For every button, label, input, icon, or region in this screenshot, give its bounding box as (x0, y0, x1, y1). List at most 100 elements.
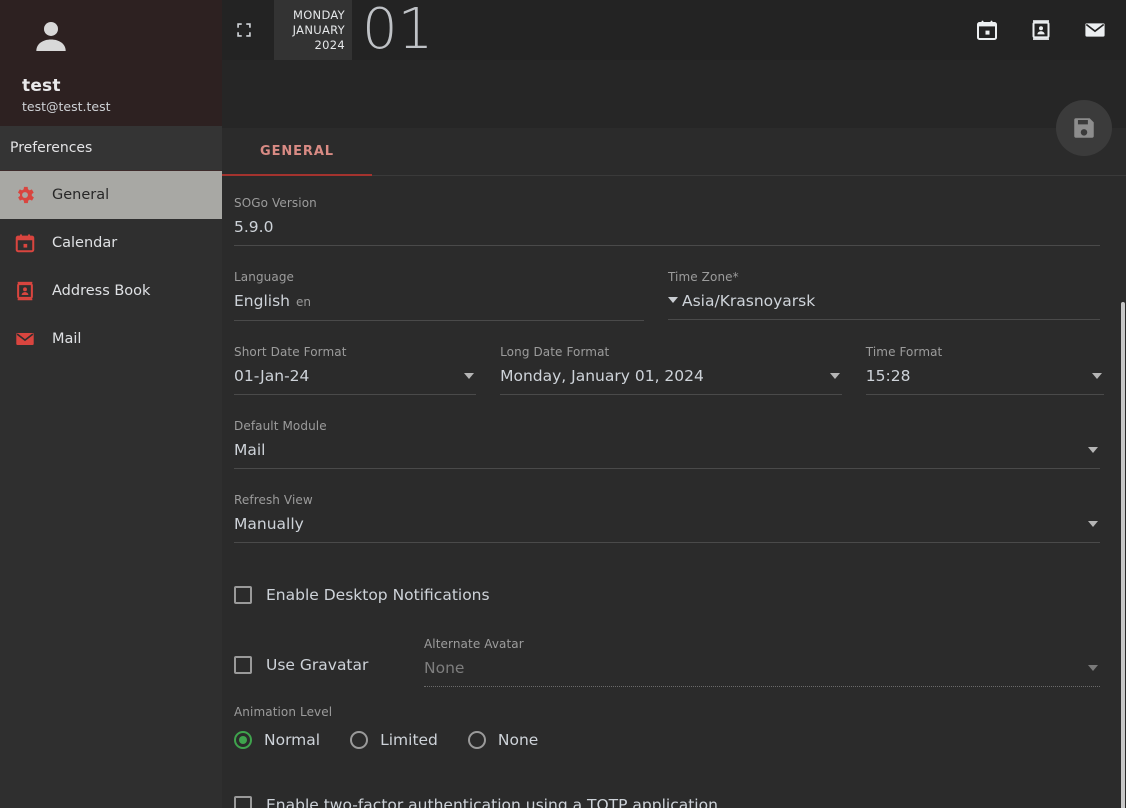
field-label: Default Module (234, 419, 327, 433)
fullscreen-icon (237, 23, 251, 37)
refresh-view-value[interactable]: Manually (234, 513, 1100, 543)
date-day-number: 01 (362, 0, 434, 62)
preferences-form: SOGo Version 5.9.0 Language English en T… (222, 176, 1126, 808)
avatar (30, 16, 208, 62)
main-area: MONDAY JANUARY 2024 01 GENERAL SOGo Vers… (222, 0, 1126, 808)
radio-indicator[interactable] (234, 731, 252, 749)
sogo-preferences-window: test test@test.test Preferences General (0, 0, 1126, 808)
sidebar-item-mail[interactable]: Mail (0, 315, 222, 363)
checkbox-row-use-gravatar[interactable]: Use Gravatar (234, 647, 424, 691)
chevron-down-icon (464, 373, 475, 379)
field-label: Time Zone* (668, 270, 739, 284)
sidebar-item-label: Address Book (52, 283, 151, 299)
date-month: JANUARY (292, 22, 345, 37)
person-icon (36, 21, 66, 51)
desktop-notifications-checkbox[interactable] (234, 586, 252, 604)
language-text: English (234, 292, 290, 310)
field-label: Alternate Avatar (424, 637, 524, 651)
module-switcher (974, 17, 1126, 43)
field-label: SOGo Version (234, 196, 317, 210)
alternate-avatar-text: None (424, 659, 465, 677)
mail-icon (12, 326, 38, 352)
user-email: test@test.test (22, 99, 111, 114)
time-format-value[interactable]: 15:28 (865, 365, 1104, 395)
address-book-icon[interactable] (1028, 17, 1054, 43)
save-floppy-icon (1074, 118, 1094, 138)
calendar-icon[interactable] (974, 17, 1000, 43)
tab-bar: GENERAL (222, 128, 1126, 176)
short-date-format-text: 01-Jan-24 (234, 367, 310, 385)
content-scrollbar[interactable] (1120, 288, 1126, 808)
chevron-down-icon (829, 373, 840, 379)
language-value[interactable]: English en (234, 290, 644, 321)
radio-indicator[interactable] (350, 731, 369, 749)
field-time-zone[interactable]: Time Zone* Asia/Krasnoyarsk (668, 250, 1100, 325)
field-long-date-format[interactable]: Long Date Format Monday, January 01, 202… (500, 325, 842, 399)
default-module-text: Mail (234, 441, 266, 459)
address-book-icon (12, 278, 38, 304)
sidebar-item-label: General (52, 187, 110, 203)
sogo-version-value: 5.9.0 (234, 216, 1100, 246)
field-time-format[interactable]: Time Format 15:28 (865, 325, 1104, 399)
row-date-formats: Short Date Format 01-Jan-24 Long Date Fo… (234, 325, 1104, 399)
date-year: 2024 (314, 37, 345, 52)
radio-indicator[interactable] (467, 731, 486, 749)
time-zone-value[interactable]: Asia/Krasnoyarsk (668, 290, 1100, 320)
refresh-view-text: Manually (234, 515, 304, 533)
short-date-format-value[interactable]: 01-Jan-24 (234, 365, 477, 395)
totp-checkbox[interactable] (234, 796, 252, 808)
top-bar: MONDAY JANUARY 2024 01 (222, 0, 1126, 60)
chevron-down-icon (1088, 447, 1098, 453)
checkbox-row-totp[interactable]: Enable two-factor authentication using a… (234, 783, 1104, 808)
field-sogo-version: SOGo Version 5.9.0 (234, 176, 1100, 250)
animation-level-radio-group: Normal Limited None (234, 731, 1104, 749)
sidebar-section-title: Preferences (0, 126, 222, 171)
mail-icon[interactable] (1082, 17, 1108, 43)
chevron-down-icon (1092, 373, 1102, 379)
sidebar-item-address-book[interactable]: Address Book (0, 267, 222, 315)
field-label: Language (234, 270, 295, 284)
tab-general[interactable]: GENERAL (222, 128, 372, 176)
sidebar-item-label: Calendar (52, 235, 118, 251)
chevron-down-icon (1088, 521, 1098, 527)
field-label: Long Date Format (500, 345, 610, 359)
sidebar-item-general[interactable]: General (0, 171, 222, 219)
use-gravatar-checkbox[interactable] (234, 656, 252, 674)
animation-level-label: Animation Level (234, 705, 333, 719)
alternate-avatar-value: None (424, 657, 1100, 687)
desktop-notifications-label: Enable Desktop Notifications (266, 586, 490, 604)
radio-animation-limited[interactable]: Limited (350, 731, 438, 749)
radio-label: Limited (380, 731, 438, 749)
radio-animation-none[interactable]: None (467, 731, 538, 749)
tab-label: GENERAL (260, 144, 334, 159)
date-block: MONDAY JANUARY 2024 (274, 0, 352, 60)
field-language[interactable]: Language English en (234, 250, 644, 325)
default-module-value[interactable]: Mail (234, 439, 1100, 469)
field-animation-level: Animation Level Normal Limited None (234, 705, 1104, 749)
use-gravatar-label: Use Gravatar (266, 656, 369, 674)
gear-icon (12, 182, 38, 208)
chevron-left-icon (668, 297, 678, 303)
field-label: Time Format (865, 345, 943, 359)
radio-animation-normal[interactable]: Normal (234, 731, 320, 749)
row-language-timezone: Language English en Time Zone* Asia/Kras… (234, 250, 1104, 325)
chevron-down-icon (1088, 665, 1098, 671)
required-marker: * (732, 270, 739, 284)
field-refresh-view[interactable]: Refresh View Manually (234, 473, 1100, 547)
save-button[interactable] (1056, 100, 1112, 156)
sidebar-item-calendar[interactable]: Calendar (0, 219, 222, 267)
row-gravatar: Use Gravatar Alternate Avatar None (234, 617, 1104, 691)
long-date-format-value[interactable]: Monday, January 01, 2024 (500, 365, 842, 395)
radio-label: Normal (264, 731, 321, 749)
scrollbar-thumb[interactable] (1121, 302, 1125, 808)
field-label: Refresh View (234, 493, 313, 507)
sidebar-user-panel: test test@test.test (0, 0, 222, 126)
fullscreen-button[interactable] (230, 16, 258, 44)
date-weekday: MONDAY (292, 7, 345, 22)
sidebar-nav: General Calendar Address Book Mail (0, 171, 222, 808)
sub-bar (222, 60, 1126, 128)
field-default-module[interactable]: Default Module Mail (234, 399, 1100, 473)
long-date-format-text: Monday, January 01, 2024 (500, 367, 704, 385)
checkbox-row-desktop-notifications[interactable]: Enable Desktop Notifications (234, 573, 1104, 617)
field-short-date-format[interactable]: Short Date Format 01-Jan-24 (234, 325, 477, 399)
